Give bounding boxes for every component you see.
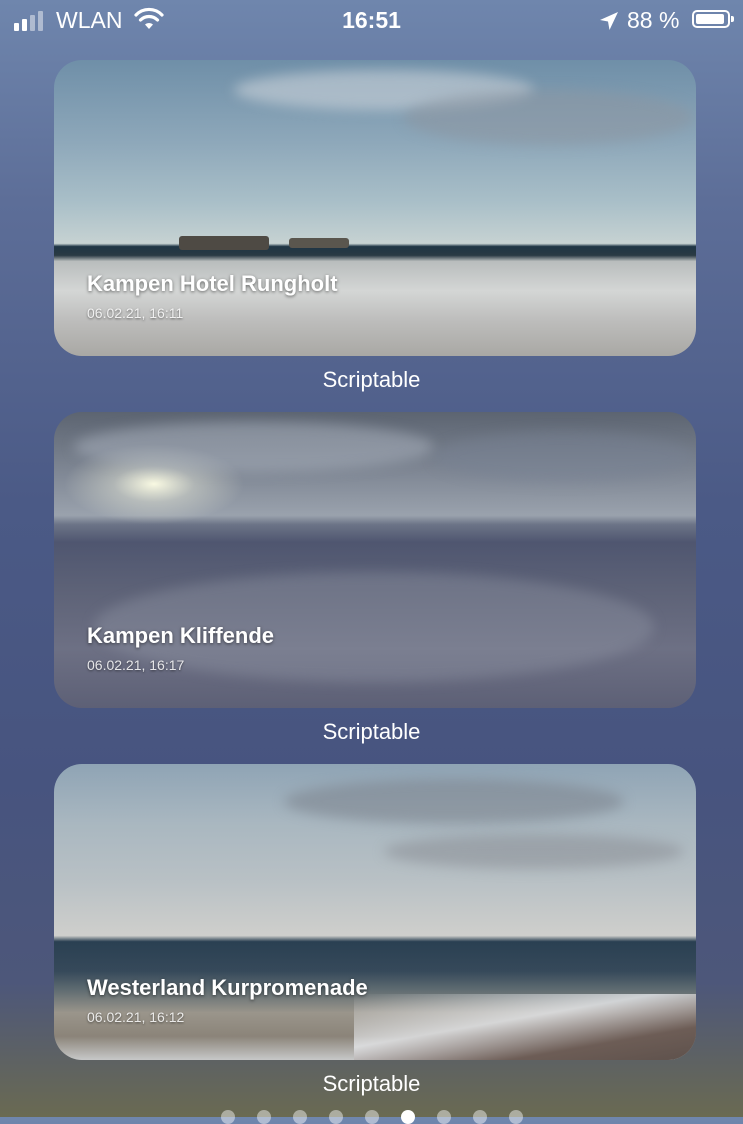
widget-title: Kampen Kliffende	[87, 623, 275, 648]
page-dot	[256, 1110, 271, 1124]
widget-timestamp: 06.02.21, 16:17	[87, 657, 185, 673]
battery-percent: 88 %	[627, 7, 680, 33]
widget-timestamp: 06.02.21, 16:11	[87, 305, 184, 321]
widget-timestamp: 06.02.21, 16:12	[87, 1009, 185, 1025]
page-dot	[328, 1110, 343, 1124]
page-dot	[292, 1110, 307, 1124]
location-arrow-icon	[600, 12, 618, 30]
widget-app-label: Scriptable	[322, 1071, 421, 1096]
webcam-widget[interactable]: Kampen Hotel Rungholt 06.02.21, 16:11	[54, 60, 696, 356]
webcam-widget[interactable]: Kampen Kliffende 06.02.21, 16:17	[54, 412, 696, 708]
page-dot	[364, 1110, 379, 1124]
page-dot	[436, 1110, 451, 1124]
webcam-widget[interactable]: Westerland Kurpromenade 06.02.21, 16:12	[54, 764, 696, 1060]
page-dot	[508, 1110, 523, 1124]
widget-app-label: Scriptable	[322, 719, 421, 744]
page-indicator[interactable]	[0, 1110, 743, 1124]
status-bar: WLAN 16:51 88 %	[0, 0, 743, 42]
widget-title: Westerland Kurpromenade	[87, 975, 368, 1000]
widget-title: Kampen Hotel Rungholt	[87, 271, 338, 296]
page-dot	[220, 1110, 235, 1124]
page-dot	[472, 1110, 487, 1124]
page-dot-active	[400, 1110, 415, 1124]
widget-app-label: Scriptable	[322, 367, 421, 392]
battery-icon	[692, 10, 734, 28]
